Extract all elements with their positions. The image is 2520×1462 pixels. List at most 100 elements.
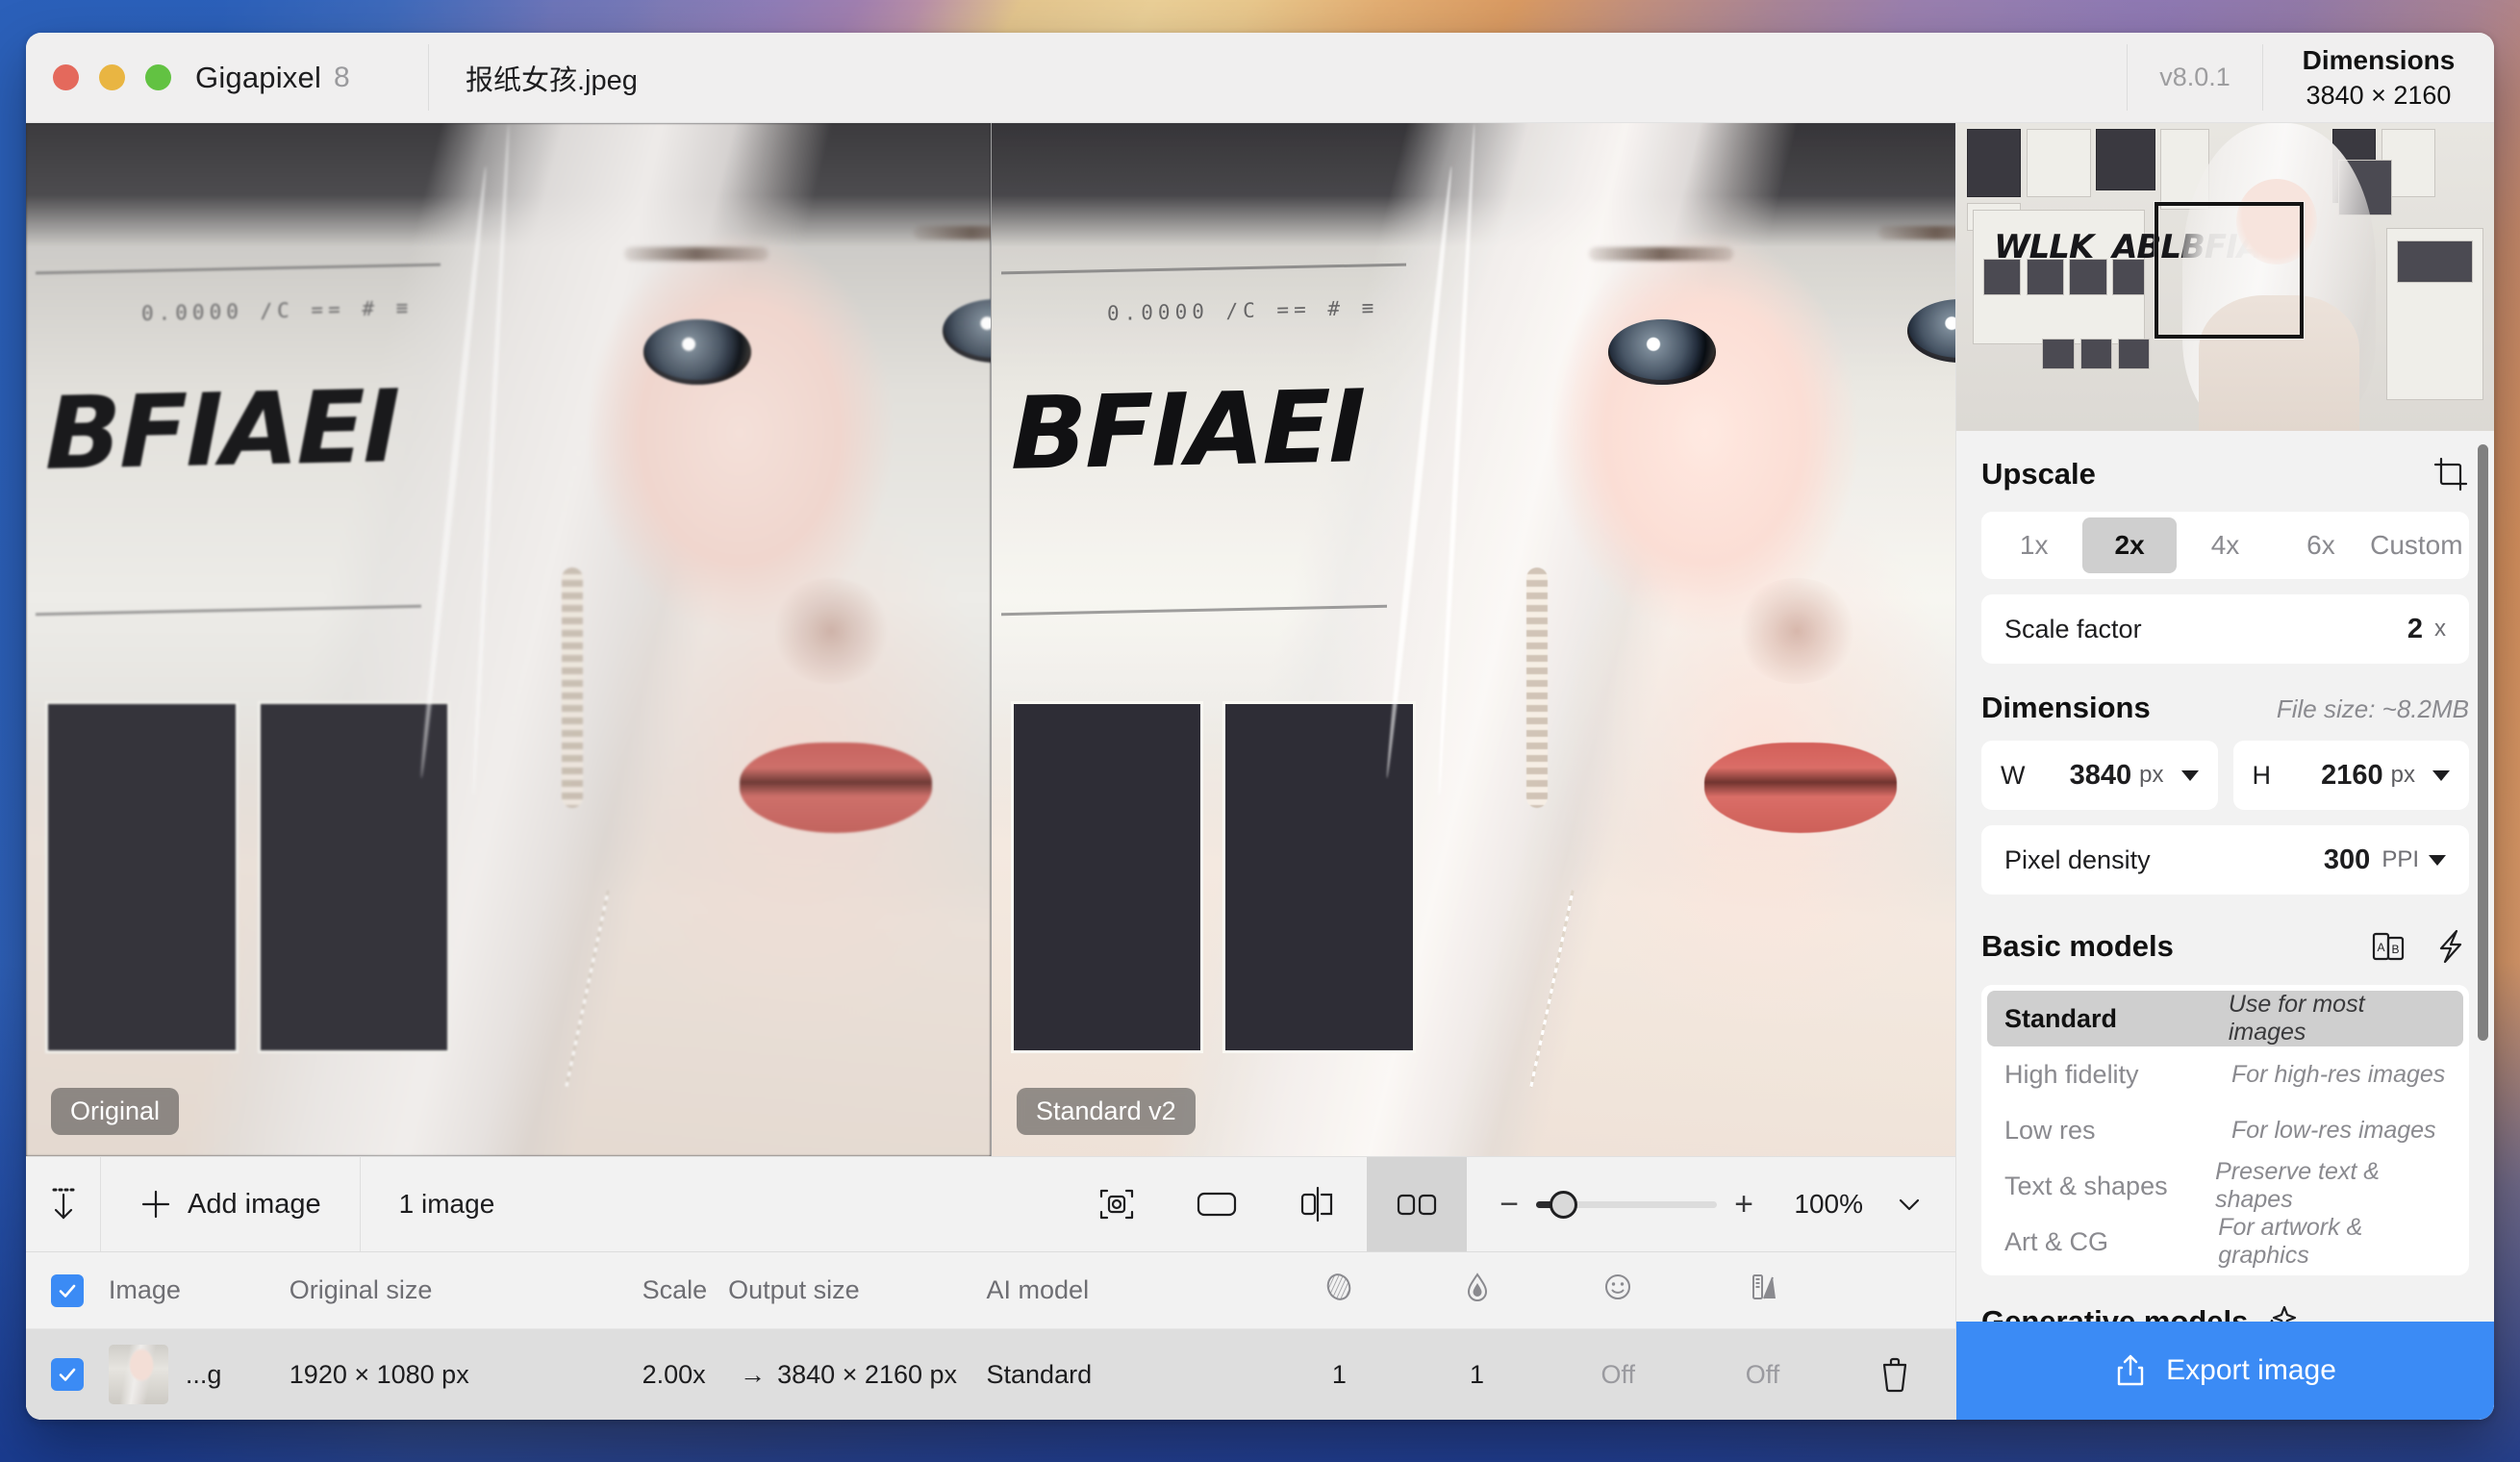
upscale-preset-4x[interactable]: 4x xyxy=(2179,517,2272,573)
zoom-slider-knob[interactable] xyxy=(1550,1190,1578,1219)
row-face-recovery-value[interactable]: Off xyxy=(1546,1360,1690,1390)
crop-icon[interactable] xyxy=(2432,456,2469,492)
checkbox-checked-icon xyxy=(50,1358,84,1391)
preview-pane-enhanced[interactable]: 0.0000 /C == # ≡ BFIAEI Standard v2 xyxy=(991,123,1955,1156)
column-header-face-recovery[interactable] xyxy=(1546,1270,1690,1311)
column-header-sharpen[interactable] xyxy=(1408,1270,1546,1311)
model-option-art-and-cg[interactable]: Art & CG For artwork & graphics xyxy=(1987,1214,2463,1270)
ab-compare-icon[interactable]: A B xyxy=(2369,927,2407,966)
scale-factor-field[interactable]: Scale factor 2 x xyxy=(1981,594,2469,664)
model-option-high-fidelity[interactable]: High fidelity For high-res images xyxy=(1987,1046,2463,1102)
model-name: High fidelity xyxy=(2004,1059,2139,1089)
select-all-checkbox[interactable] xyxy=(26,1273,109,1307)
scale-factor-value[interactable]: 2 xyxy=(2407,614,2423,645)
pixel-density-field[interactable]: Pixel density 300 PPI xyxy=(1981,825,2469,895)
width-field[interactable]: W 3840 px xyxy=(1981,741,2218,810)
height-field[interactable]: H 2160 px xyxy=(2232,741,2469,810)
row-color-value[interactable]: Off xyxy=(1690,1360,1834,1390)
column-header-ai-model[interactable]: AI model xyxy=(987,1275,1271,1305)
lightning-icon[interactable] xyxy=(2432,927,2469,966)
export-image-button[interactable]: Export image xyxy=(1956,1322,2494,1420)
zoom-in-button[interactable]: + xyxy=(1734,1188,1753,1221)
newspaper-headline: BFIAEI xyxy=(45,366,399,492)
close-window-button[interactable] xyxy=(53,64,79,90)
model-description: For low-res images xyxy=(2231,1116,2436,1144)
row-file-name: ...g xyxy=(185,1359,222,1389)
settings-scrollbar[interactable] xyxy=(2478,444,2488,1041)
window-body: 0.0000 /C == # ≡ BFIAEI Original 0.0000 … xyxy=(26,123,2494,1420)
chevron-down-icon[interactable] xyxy=(1896,1195,1923,1214)
pane-label-enhanced: Standard v2 xyxy=(1017,1088,1196,1135)
upscale-preset-6x[interactable]: 6x xyxy=(2274,517,2367,573)
row-ai-model[interactable]: Standard xyxy=(987,1360,1271,1390)
row-denoise-value[interactable]: 1 xyxy=(1271,1360,1408,1390)
pixel-density-value[interactable]: 300 xyxy=(2324,844,2370,876)
column-header-original-size[interactable]: Original size xyxy=(290,1275,643,1305)
color-icon xyxy=(1746,1270,1780,1304)
width-value[interactable]: 3840 xyxy=(2070,760,2132,792)
sort-order-button[interactable] xyxy=(26,1157,101,1251)
row-original-size: 1920 × 1080 px xyxy=(289,1359,469,1389)
model-description: Preserve text & shapes xyxy=(2215,1158,2380,1213)
bottom-toolbar: Add image 1 image − + 100% xyxy=(26,1156,1955,1252)
view-mode-focus[interactable] xyxy=(1067,1157,1167,1251)
chevron-down-icon[interactable] xyxy=(2180,769,2199,781)
zoom-slider[interactable] xyxy=(1536,1190,1718,1219)
preview-pane-original[interactable]: 0.0000 /C == # ≡ BFIAEI Original xyxy=(26,123,991,1156)
column-header-output-size[interactable]: Output size xyxy=(728,1275,986,1305)
column-header-scale[interactable]: Scale xyxy=(643,1275,728,1305)
view-mode-side-by-side[interactable] xyxy=(1367,1157,1468,1251)
title-bar: Gigapixel 8 报纸女孩.jpeg v8.0.1 Dimensions … xyxy=(26,33,2494,123)
column-header-color[interactable] xyxy=(1690,1270,1834,1311)
model-option-text-and-shapes[interactable]: Text & shapes Preserve text & shapes xyxy=(1987,1158,2463,1214)
view-mode-split[interactable] xyxy=(1267,1157,1367,1251)
split-slider-icon xyxy=(1297,1185,1337,1223)
navigator-viewport-box[interactable] xyxy=(2155,202,2304,339)
settings-panel: WLLK ABLBFIAEI Upscale xyxy=(1955,123,2494,1420)
maximize-window-button[interactable] xyxy=(145,64,171,90)
navigator-preview[interactable]: WLLK ABLBFIAEI xyxy=(1956,123,2494,431)
navigator-headline-left: WLLK xyxy=(1994,227,2094,266)
gigapixel-window: Gigapixel 8 报纸女孩.jpeg v8.0.1 Dimensions … xyxy=(26,33,2494,1420)
newspaper-subtext: 0.0000 /C == # ≡ xyxy=(141,295,414,325)
row-select-checkbox[interactable] xyxy=(26,1358,109,1391)
height-value[interactable]: 2160 xyxy=(2321,760,2383,792)
upscale-preset-custom[interactable]: Custom xyxy=(2370,517,2463,573)
arrow-right-icon: → xyxy=(740,1359,767,1389)
minimize-window-button[interactable] xyxy=(99,64,125,90)
view-mode-single[interactable] xyxy=(1167,1157,1267,1251)
scale-factor-unit: x xyxy=(2434,616,2446,642)
model-option-low-res[interactable]: Low res For low-res images xyxy=(1987,1102,2463,1158)
row-sharpen-value[interactable]: 1 xyxy=(1408,1360,1546,1390)
model-option-standard[interactable]: Standard Use for most images xyxy=(1987,991,2463,1046)
row-output-size: → 3840 × 2160 px xyxy=(728,1360,986,1390)
model-name: Standard xyxy=(2004,1003,2118,1033)
height-unit: px xyxy=(2390,762,2415,788)
basic-models-title: Basic models xyxy=(1981,929,2174,963)
chevron-down-icon[interactable] xyxy=(2429,854,2446,866)
trash-icon xyxy=(1877,1354,1912,1395)
upscale-preset-1x[interactable]: 1x xyxy=(1987,517,2080,573)
upscale-preset-2x[interactable]: 2x xyxy=(2082,517,2177,573)
row-scale: 2.00x xyxy=(642,1359,706,1389)
generative-models-title: Generative models xyxy=(1981,1304,2249,1322)
zoom-out-button[interactable]: − xyxy=(1499,1188,1519,1221)
model-description: For high-res images xyxy=(2231,1060,2446,1088)
pixel-density-unit: PPI xyxy=(2381,846,2419,872)
table-row[interactable]: ...g 1920 × 1080 px 2.00x → 3840 × 2160 p… xyxy=(26,1329,1955,1420)
newspaper-headline-enhanced: BFIAEI xyxy=(1011,366,1365,492)
chevron-down-icon[interactable] xyxy=(2432,769,2450,781)
column-header-denoise[interactable] xyxy=(1271,1270,1408,1311)
export-bar: Export image xyxy=(1956,1322,2494,1420)
column-header-image[interactable]: Image xyxy=(109,1275,290,1305)
header-dimensions-value: 3840 × 2160 xyxy=(2306,80,2452,110)
add-image-button[interactable]: Add image xyxy=(101,1157,361,1251)
generative-models-header[interactable]: Generative models xyxy=(1956,1275,2494,1322)
app-name: Gigapixel xyxy=(195,60,322,94)
image-preview-canvas[interactable]: 0.0000 /C == # ≡ BFIAEI Original 0.0000 … xyxy=(26,123,1955,1156)
file-size-estimate: File size: ~8.2MB xyxy=(2276,694,2469,723)
settings-scroll-area[interactable]: Upscale 1x 2x 4x 6x Custom Scale factor … xyxy=(1956,431,2494,1322)
row-delete-button[interactable] xyxy=(1835,1354,1955,1395)
denoise-icon xyxy=(1322,1270,1356,1304)
